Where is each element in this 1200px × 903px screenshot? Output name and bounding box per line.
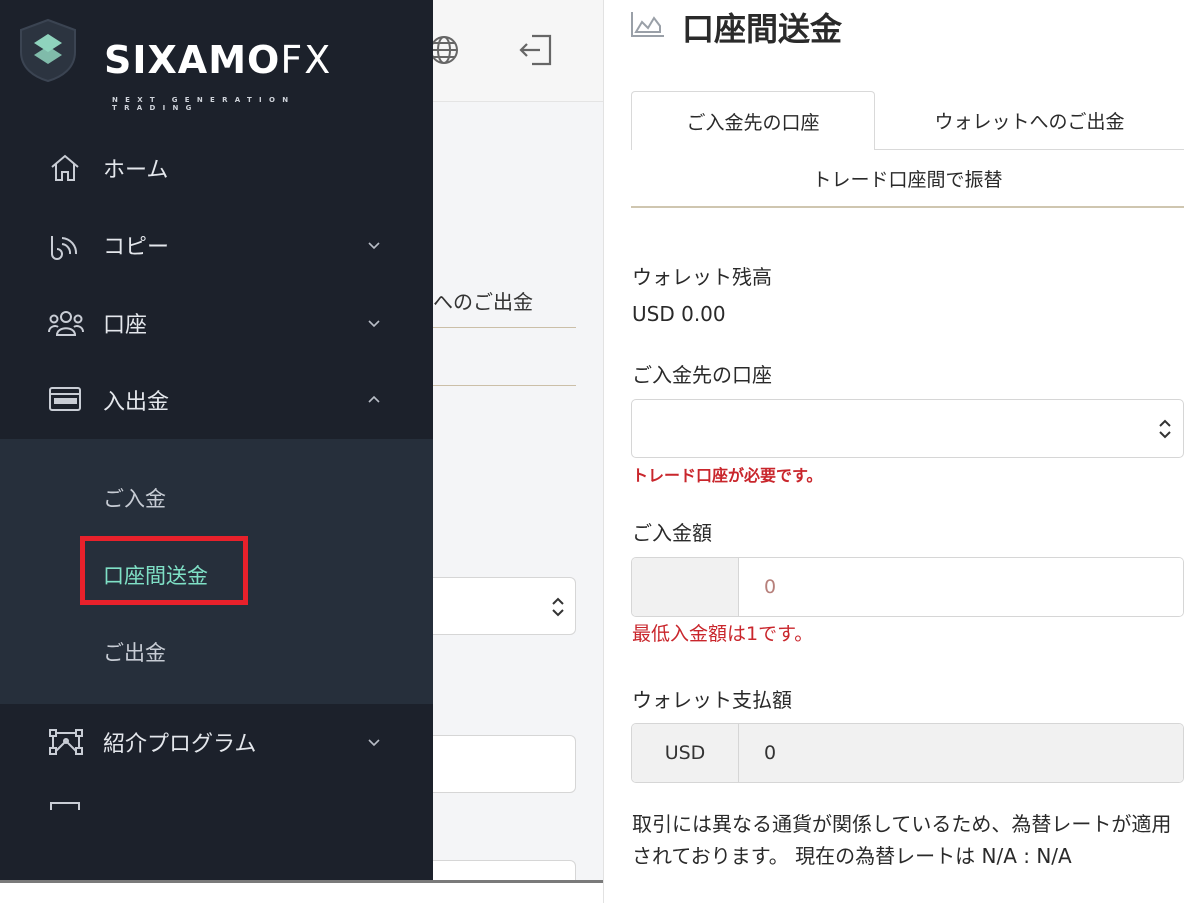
deposit-amount-addon: [632, 558, 739, 616]
sidebar: SIXAMOFX NEXT GENERATION TRADING ホーム コピー: [0, 0, 433, 880]
copy-signal-icon: [48, 230, 82, 260]
transfer-page: 口座間送金 ご入金先の口座 ウォレットへのご出金 トレード口座間で振替 ウォレッ…: [603, 0, 1200, 903]
nav-label: ホーム: [103, 158, 169, 183]
background-divider: [433, 327, 576, 328]
brand-name: SIXAMOFX: [104, 38, 333, 82]
submenu-item-deposit[interactable]: ご入金: [103, 483, 166, 513]
deposit-account-error: トレード口座が必要です。: [632, 466, 823, 485]
home-icon: [48, 153, 82, 183]
nav-label: 口座: [103, 313, 148, 338]
chart-area-icon: [630, 10, 666, 38]
brand-logo[interactable]: SIXAMOFX NEXT GENERATION TRADING: [18, 18, 368, 112]
network-icon: [48, 727, 83, 757]
shield-logo-icon: [20, 18, 76, 82]
nav-label: コピー: [103, 235, 170, 260]
chevron-down-icon: [364, 732, 384, 752]
page-title: 口座間送金: [682, 10, 843, 48]
logout-icon[interactable]: [518, 32, 554, 68]
nav-item-accounts[interactable]: 口座: [0, 293, 433, 353]
chevron-down-icon: [364, 235, 384, 255]
highlight-annotation: [80, 536, 248, 605]
deposit-amount-input[interactable]: 0: [739, 558, 1183, 616]
nav-label: 紹介プログラム: [103, 732, 257, 757]
tab-trade-account-transfer[interactable]: トレード口座間で振替: [631, 150, 1184, 208]
nav-label: 入出金: [103, 390, 170, 415]
nav-item-copy[interactable]: コピー: [0, 215, 433, 275]
nav-item-funds[interactable]: 入出金: [0, 370, 433, 430]
wallet-payment-currency: USD: [632, 724, 739, 782]
select-updown-icon: [1157, 417, 1173, 441]
deposit-account-select[interactable]: [631, 399, 1184, 458]
background-select: [433, 577, 576, 635]
wallet-balance-value: USD 0.00: [632, 302, 726, 326]
deposit-amount-label: ご入金額: [632, 521, 712, 545]
partial-nav-icon: [50, 802, 80, 810]
deposit-amount-group: 0: [631, 557, 1184, 617]
background-input: [433, 735, 576, 793]
wallet-payment-value: 0: [739, 724, 1183, 782]
wallet-payment-group: USD 0: [631, 723, 1184, 783]
users-icon: [48, 308, 84, 338]
deposit-amount-error: 最低入金額は1です。: [632, 623, 814, 645]
exchange-rate-note: 取引には異なる通貨が関係しているため、為替レートが適用されております。 現在の為…: [632, 812, 1172, 868]
tab-wallet-withdraw[interactable]: ウォレットへのご出金: [875, 91, 1184, 150]
card-icon: [48, 385, 82, 415]
wallet-balance-label: ウォレット残高: [632, 265, 772, 289]
nav-item-home[interactable]: ホーム: [0, 138, 433, 198]
background-bottom-edge: [0, 880, 603, 903]
brand-tagline: NEXT GENERATION TRADING: [112, 96, 296, 112]
background-divider: [433, 385, 576, 386]
chevron-down-icon: [364, 313, 384, 333]
wallet-payment-label: ウォレット支払額: [632, 688, 792, 712]
chevron-up-icon: [364, 390, 384, 410]
mobile-menu-screenshot: へのご出金 SIXAMOFX NEXT GENERATION TRADING ホ…: [0, 0, 603, 903]
submenu-item-withdraw[interactable]: ご出金: [103, 637, 166, 667]
nav-item-referral[interactable]: 紹介プログラム: [0, 712, 433, 772]
background-tab-label: へのご出金: [433, 290, 533, 314]
deposit-account-label: ご入金先の口座: [632, 363, 772, 387]
transfer-tabs: ご入金先の口座 ウォレットへのご出金 トレード口座間で振替: [631, 91, 1184, 209]
tab-deposit-account[interactable]: ご入金先の口座: [631, 91, 875, 150]
